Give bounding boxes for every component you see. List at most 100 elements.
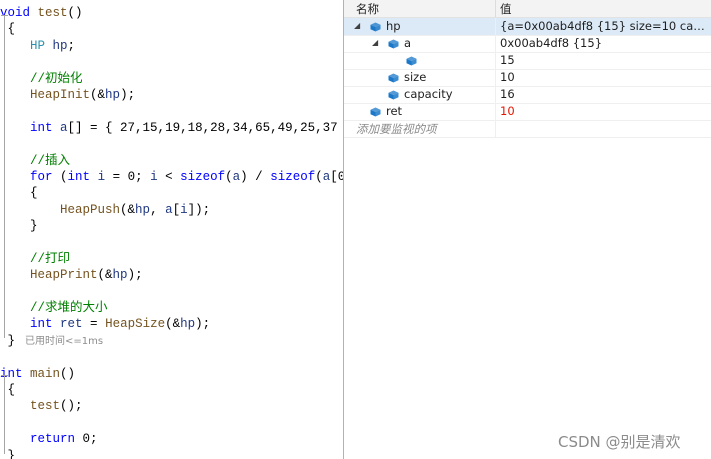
watch-row[interactable]: 15: [344, 52, 711, 70]
watch-item-name[interactable]: capacity: [404, 87, 453, 101]
expander-expanded-icon[interactable]: ◢: [354, 21, 360, 30]
watch-item-name[interactable]: size: [404, 70, 426, 84]
watch-item-value[interactable]: {a=0x00ab4df8 {15} size=10 capacity=...: [500, 19, 708, 33]
code-line[interactable]: //插入: [0, 153, 343, 169]
code-token: ]);: [187, 202, 211, 217]
code-line[interactable]: [0, 136, 343, 152]
watch-item-name[interactable]: hp: [386, 19, 401, 33]
code-line[interactable]: [0, 415, 343, 431]
column-header-value[interactable]: 值: [500, 1, 512, 17]
code-token: test: [30, 399, 61, 414]
watch-row[interactable]: ret 10: [344, 103, 711, 121]
code-token: for: [30, 169, 53, 184]
code-token: 0;: [75, 432, 98, 447]
code-line[interactable]: {: [0, 21, 343, 37]
watch-item-value[interactable]: 0x00ab4df8 {15}: [500, 36, 708, 50]
code-token: hp: [45, 38, 68, 53]
code-line[interactable]: {: [0, 185, 343, 201]
code-line[interactable]: }: [0, 448, 343, 459]
code-line[interactable]: [0, 349, 343, 365]
code-token: HeapPrint: [30, 268, 98, 283]
column-divider[interactable]: [495, 0, 496, 17]
watch-item-value[interactable]: 10: [500, 104, 708, 118]
code-token: hp: [180, 317, 196, 332]
code-editor[interactable]: void test() { HP hp; //初始化 HeapInit(&hp)…: [0, 0, 344, 459]
cube-object-icon: [370, 21, 381, 32]
column-divider: [495, 120, 496, 137]
code-line[interactable]: HeapPrint(&hp);: [0, 267, 343, 283]
code-token: //初始化: [30, 71, 83, 86]
code-line[interactable]: int a[] = { 27,15,19,18,28,34,65,49,25,3…: [0, 120, 343, 136]
code-token: }: [0, 448, 16, 459]
code-token: HP: [30, 38, 46, 53]
code-token: );: [195, 317, 211, 332]
code-token: int: [30, 317, 53, 332]
code-token: );: [127, 268, 143, 283]
code-token: sizeof: [270, 169, 316, 184]
code-token: i: [90, 169, 106, 184]
code-token: hp: [135, 202, 151, 217]
code-line[interactable]: } 已用时间<=1ms: [0, 333, 343, 349]
code-line[interactable]: //打印: [0, 251, 343, 267]
fold-guide: [4, 376, 5, 454]
cube-object-icon: [406, 55, 417, 66]
cube-object-icon: [370, 106, 381, 117]
code-line[interactable]: HeapInit(&hp);: [0, 87, 343, 103]
code-token: //插入: [30, 153, 71, 168]
code-token: (: [225, 169, 233, 184]
code-line[interactable]: return 0;: [0, 431, 343, 447]
code-line[interactable]: for (int i = 0; i < sizeof(a) / sizeof(a…: [0, 169, 343, 185]
column-divider: [495, 52, 496, 69]
code-token: HeapPush: [60, 202, 121, 217]
code-line[interactable]: }: [0, 218, 343, 234]
code-token: hp: [105, 87, 121, 102]
code-token: ;: [67, 38, 76, 53]
code-line[interactable]: //初始化: [0, 71, 343, 87]
code-token: test: [30, 6, 68, 20]
code-token: (: [52, 169, 68, 184]
code-token: {: [0, 22, 16, 37]
code-token: (&: [90, 87, 106, 102]
watch-item-value[interactable]: 15: [500, 53, 708, 67]
code-token: int: [67, 169, 91, 184]
watch-item-value[interactable]: 10: [500, 70, 708, 84]
code-token: i: [150, 169, 158, 184]
code-line[interactable]: int main(): [0, 366, 343, 382]
code-token: );: [120, 87, 136, 102]
code-line[interactable]: [0, 54, 343, 70]
code-token: = 0;: [105, 169, 151, 184]
watch-row[interactable]: capacity 16: [344, 86, 711, 104]
column-divider: [495, 18, 496, 35]
code-line[interactable]: int ret = HeapSize(&hp);: [0, 316, 343, 332]
column-header-name[interactable]: 名称: [356, 1, 379, 17]
add-watch-placeholder[interactable]: 添加要监视的项: [356, 121, 437, 137]
code-token: ,: [150, 202, 166, 217]
watch-item-name[interactable]: a: [404, 36, 411, 50]
code-token: ret: [52, 317, 83, 332]
code-token: hp: [112, 268, 128, 283]
code-line[interactable]: HP hp;: [0, 38, 343, 54]
code-token: }: [0, 219, 38, 234]
code-text[interactable]: void test() { HP hp; //初始化 HeapInit(&hp)…: [0, 5, 343, 459]
watch-row[interactable]: ◢ a 0x00ab4df8 {15}: [344, 35, 711, 53]
watch-row[interactable]: ◢ hp {a=0x00ab4df8 {15} size=10 capacity=.…: [344, 18, 711, 36]
perf-tip: 已用时间<=1ms: [25, 335, 104, 347]
code-line[interactable]: //求堆的大小: [0, 300, 343, 316]
watermark: CSDN @别是清欢: [558, 433, 681, 451]
code-line[interactable]: [0, 103, 343, 119]
code-line[interactable]: [0, 284, 343, 300]
code-line[interactable]: void test(): [0, 5, 343, 21]
expander-expanded-icon[interactable]: ◢: [372, 38, 378, 47]
code-line[interactable]: test();: [0, 398, 343, 414]
code-line[interactable]: [0, 234, 343, 250]
watch-item-value[interactable]: 16: [500, 87, 708, 101]
watch-item-name[interactable]: ret: [386, 104, 402, 118]
watch-window[interactable]: 名称 值 ◢ hp {a=0x00ab4df8 {15} size=10 capac…: [344, 0, 711, 459]
code-line[interactable]: {: [0, 382, 343, 398]
code-line[interactable]: HeapPush(&hp, a[i]);: [0, 202, 343, 218]
code-token: //求堆的大小: [30, 301, 108, 316]
watch-row[interactable]: size 10: [344, 69, 711, 87]
cube-object-icon: [388, 72, 399, 83]
add-watch-row[interactable]: 添加要监视的项: [344, 120, 711, 138]
